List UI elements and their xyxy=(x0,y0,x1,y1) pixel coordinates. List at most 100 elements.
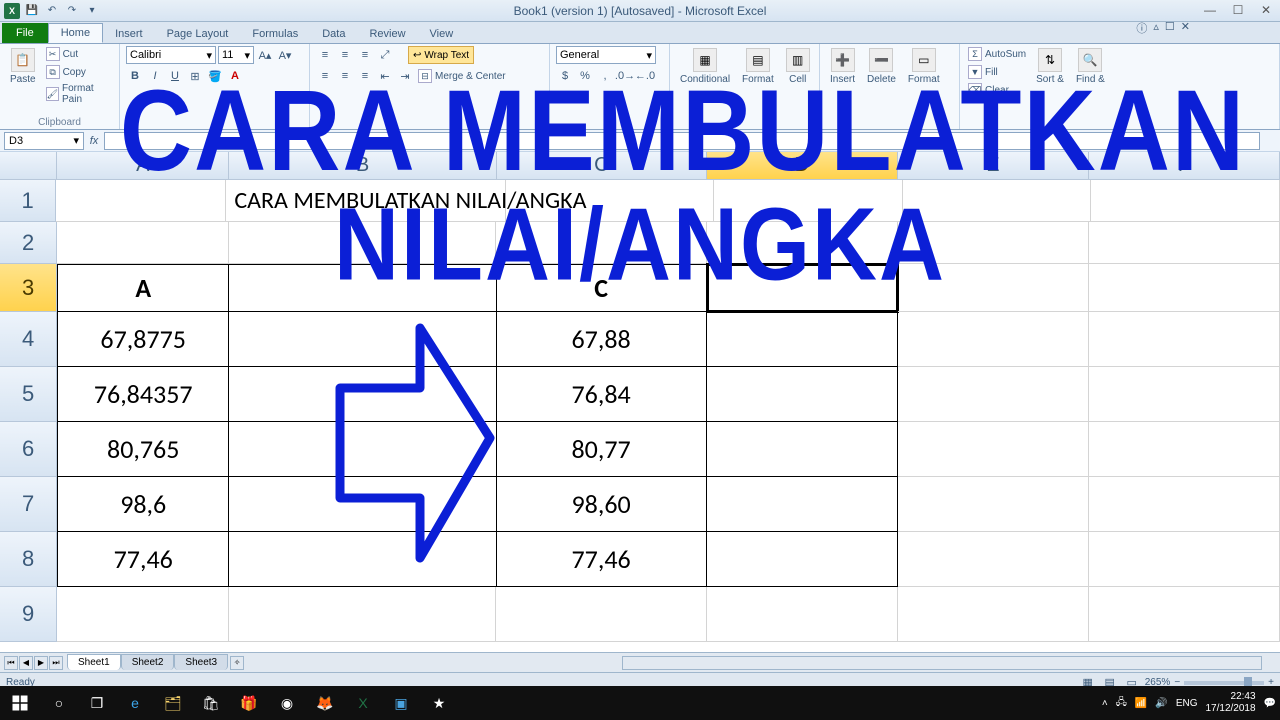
grow-font-icon[interactable]: A▴ xyxy=(256,46,274,64)
notifications-icon[interactable]: 💬 xyxy=(1264,698,1276,709)
format-painter-button[interactable]: 🖌Format Pain xyxy=(44,82,113,106)
cell-a3[interactable]: A xyxy=(57,264,229,312)
decrease-decimal-icon[interactable]: ←.0 xyxy=(636,67,654,85)
comma-icon[interactable]: , xyxy=(596,67,614,85)
cut-button[interactable]: ✂Cut xyxy=(44,46,113,62)
qat-dropdown-icon[interactable]: ▾ xyxy=(84,3,100,19)
firefox-icon[interactable]: 🦊 xyxy=(306,686,344,720)
tab-insert[interactable]: Insert xyxy=(103,25,155,43)
cell-c1[interactable] xyxy=(506,180,714,222)
volume-icon[interactable]: 🔊 xyxy=(1155,698,1167,709)
zoom-slider[interactable] xyxy=(1184,681,1264,685)
tab-home[interactable]: Home xyxy=(48,23,103,43)
increase-indent-icon[interactable]: ⇥ xyxy=(396,67,414,85)
col-header-f[interactable]: F xyxy=(1089,152,1280,180)
minimize-ribbon-icon[interactable]: ▵ xyxy=(1153,20,1159,36)
sheet-tab-1[interactable]: Sheet1 xyxy=(67,654,121,670)
restore-window-icon[interactable]: ☐ xyxy=(1165,20,1175,36)
maximize-button[interactable]: ☐ xyxy=(1224,0,1252,20)
chrome-icon[interactable]: ◉ xyxy=(268,686,306,720)
row-header-5[interactable]: 5 xyxy=(0,367,57,422)
wifi-icon[interactable]: 📶 xyxy=(1135,698,1147,709)
name-box[interactable]: D3▾ xyxy=(4,132,84,150)
row-header-2[interactable]: 2 xyxy=(0,222,57,264)
col-header-c[interactable]: C xyxy=(497,152,707,180)
cell-a8[interactable]: 77,46 xyxy=(57,532,229,587)
sheet-last-icon[interactable]: ⏭ xyxy=(49,656,63,670)
italic-button[interactable]: I xyxy=(146,67,164,85)
copy-button[interactable]: ⧉Copy xyxy=(44,64,113,80)
tab-page-layout[interactable]: Page Layout xyxy=(155,25,241,43)
number-format-select[interactable]: General▾ xyxy=(556,46,656,64)
sheet-tab-2[interactable]: Sheet2 xyxy=(121,654,175,670)
autosum-button[interactable]: ΣAutoSum xyxy=(966,46,1028,62)
align-left-icon[interactable]: ≡ xyxy=(316,67,334,85)
row-header-4[interactable]: 4 xyxy=(0,312,57,367)
language-indicator[interactable]: ENG xyxy=(1176,698,1198,709)
sheet-next-icon[interactable]: ▶ xyxy=(34,656,48,670)
help-icon[interactable]: ⓘ xyxy=(1136,20,1147,36)
tab-formulas[interactable]: Formulas xyxy=(240,25,310,43)
app-icon-1[interactable]: 🎁 xyxy=(230,686,268,720)
col-header-a[interactable]: A xyxy=(57,152,229,180)
tab-file[interactable]: File xyxy=(2,23,48,43)
align-center-icon[interactable]: ≡ xyxy=(336,67,354,85)
sheet-prev-icon[interactable]: ◀ xyxy=(19,656,33,670)
undo-icon[interactable]: ↶ xyxy=(44,3,60,19)
cell-a5[interactable]: 76,84357 xyxy=(57,367,229,422)
increase-decimal-icon[interactable]: .0→ xyxy=(616,67,634,85)
shrink-font-icon[interactable]: A▾ xyxy=(276,46,294,64)
cell-c6[interactable]: 80,77 xyxy=(497,422,707,477)
tab-view[interactable]: View xyxy=(418,25,466,43)
wrap-text-button[interactable]: ↩Wrap Text xyxy=(408,46,474,64)
cell-a6[interactable]: 80,765 xyxy=(57,422,229,477)
cell-b3[interactable] xyxy=(229,264,496,312)
horizontal-scrollbar[interactable] xyxy=(622,656,1262,670)
edge-icon[interactable]: e xyxy=(116,686,154,720)
cell-c4[interactable]: 67,88 xyxy=(497,312,707,367)
minimize-button[interactable]: — xyxy=(1196,0,1224,20)
decrease-indent-icon[interactable]: ⇤ xyxy=(376,67,394,85)
format-cells-button[interactable]: ▭Format xyxy=(904,46,944,129)
currency-icon[interactable]: $ xyxy=(556,67,574,85)
cell-a7[interactable]: 98,6 xyxy=(57,477,229,532)
sort-filter-button[interactable]: ⇅Sort & xyxy=(1032,46,1068,129)
row-header-1[interactable]: 1 xyxy=(0,180,56,222)
format-as-table-button[interactable]: ▤Format xyxy=(738,46,778,129)
row-header-3[interactable]: 3 xyxy=(0,264,57,312)
excel-taskbar-icon[interactable]: X xyxy=(344,686,382,720)
font-size-select[interactable]: 11▾ xyxy=(218,46,254,64)
explorer-icon[interactable]: 🗂 xyxy=(154,686,192,720)
cell-b1[interactable]: CARA MEMBULATKAN NILAI/ANGKA xyxy=(226,180,506,222)
sheet-tab-3[interactable]: Sheet3 xyxy=(174,654,228,670)
cell-f1[interactable] xyxy=(1091,180,1280,222)
cell-c7[interactable]: 98,60 xyxy=(497,477,707,532)
save-icon[interactable]: 💾 xyxy=(24,3,40,19)
delete-cells-button[interactable]: ➖Delete xyxy=(863,46,900,129)
app-icon-3[interactable]: ★ xyxy=(420,686,458,720)
cell-c3[interactable]: C xyxy=(497,264,707,312)
store-icon[interactable]: 🛍 xyxy=(192,686,230,720)
fill-color-button[interactable]: 🪣 xyxy=(206,67,224,85)
align-middle-icon[interactable]: ≡ xyxy=(336,46,354,64)
fill-button[interactable]: ▼Fill xyxy=(966,64,1028,80)
bold-button[interactable]: B xyxy=(126,67,144,85)
worksheet-grid[interactable]: A B C D E F 1 CARA MEMBULATKAN NILAI/ANG… xyxy=(0,152,1280,652)
underline-button[interactable]: U xyxy=(166,67,184,85)
tray-up-icon[interactable]: ˄ xyxy=(1102,698,1108,709)
row-header-9[interactable]: 9 xyxy=(0,587,57,642)
insert-cells-button[interactable]: ➕Insert xyxy=(826,46,859,129)
new-sheet-icon[interactable]: ✧ xyxy=(230,656,244,670)
select-all-corner[interactable] xyxy=(0,152,57,180)
formula-bar[interactable] xyxy=(104,132,1260,150)
font-name-select[interactable]: Calibri▾ xyxy=(126,46,216,64)
find-select-button[interactable]: 🔍Find & xyxy=(1072,46,1109,129)
clear-button[interactable]: ⌫Clear xyxy=(966,82,1028,98)
col-header-e[interactable]: E xyxy=(898,152,1089,180)
row-header-6[interactable]: 6 xyxy=(0,422,57,477)
tab-data[interactable]: Data xyxy=(310,25,357,43)
cell-c5[interactable]: 76,84 xyxy=(497,367,707,422)
cell-c8[interactable]: 77,46 xyxy=(497,532,707,587)
sheet-first-icon[interactable]: ⏮ xyxy=(4,656,18,670)
app-icon-2[interactable]: ▣ xyxy=(382,686,420,720)
